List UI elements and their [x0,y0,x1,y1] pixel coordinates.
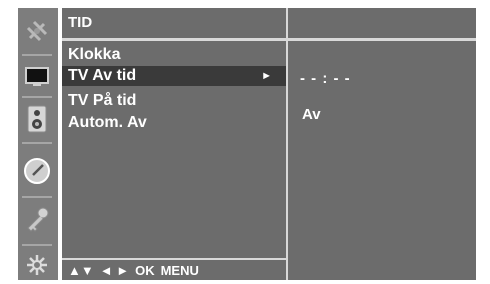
time-menu-panel: TID Klokka TV Av tid ► TV På tid Autom. … [62,8,288,280]
submenu-arrow-icon: ► [261,70,272,82]
separator [22,96,52,98]
menu-item-tv-on-time[interactable]: TV På tid [68,91,136,111]
clock-icon[interactable] [22,156,52,186]
title-divider [62,38,286,41]
menu-item-tv-off-time[interactable]: TV Av tid ► [62,66,286,86]
picture-icon[interactable] [22,62,52,92]
separator [22,196,52,198]
leftright-arrows-icon: ◄ ► [99,263,130,278]
network-icon[interactable] [22,250,52,280]
separator [22,244,52,246]
off-time-value[interactable]: - - : - - [300,70,351,87]
value-panel-divider [288,38,476,41]
speaker-icon[interactable] [22,104,52,134]
menu-category-bar [18,8,58,280]
tv-osd-screen: TID Klokka TV Av tid ► TV På tid Autom. … [0,0,490,284]
separator [22,142,52,144]
key-icon[interactable] [22,204,52,234]
navigation-hint: ▲▼ ◄ ► OK MENU [68,263,199,278]
menu-item-label: TV Av tid [68,67,137,84]
menu-item-klokka[interactable]: Klokka [68,45,120,65]
updown-arrows-icon: ▲▼ [68,263,94,278]
menu-hint: MENU [160,263,199,278]
ok-hint: OK [135,263,155,278]
off-time-option[interactable]: Av [302,106,321,123]
menu-title: TID [68,14,93,31]
menu-item-auto-off[interactable]: Autom. Av [68,113,147,133]
value-panel: - - : - - Av [288,8,482,280]
bottom-divider [62,258,286,260]
antenna-icon[interactable] [22,16,52,46]
separator [22,54,52,56]
